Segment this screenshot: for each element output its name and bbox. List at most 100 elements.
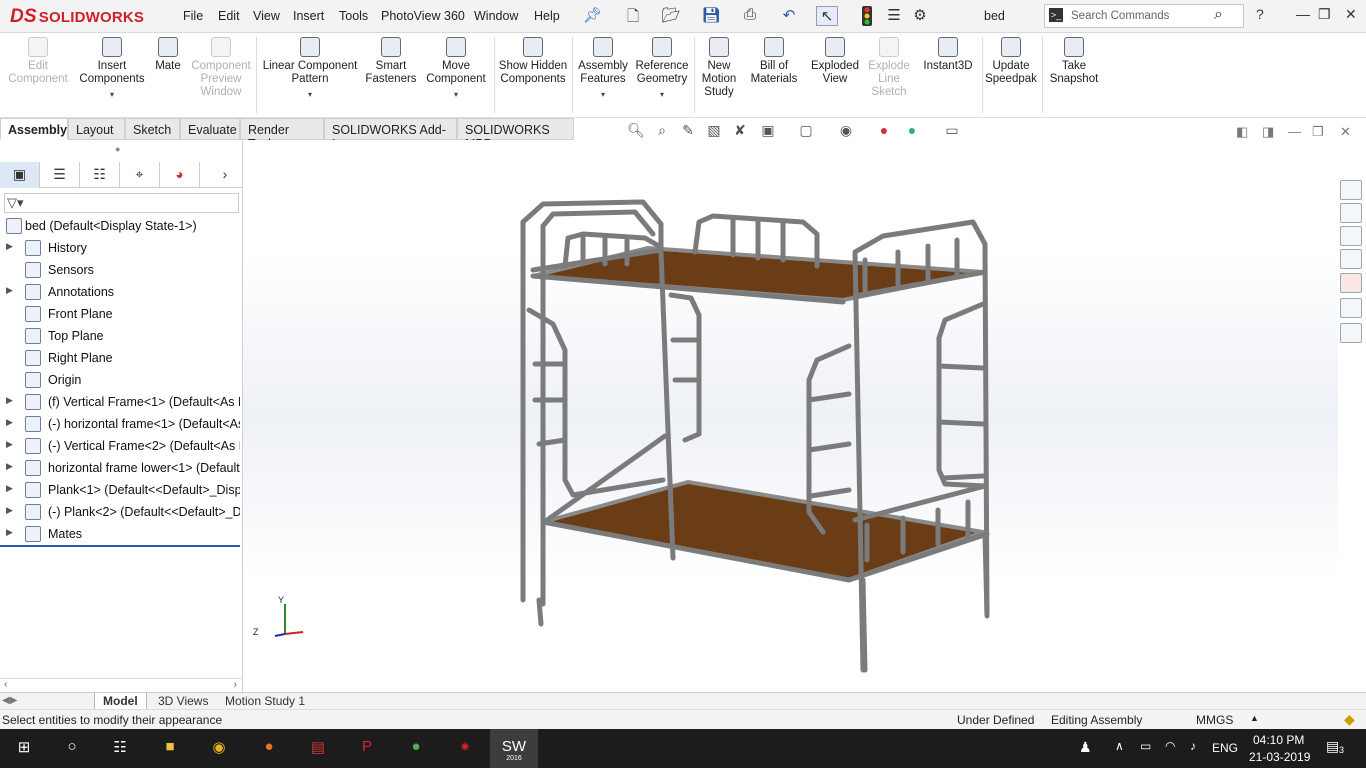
menu-tools[interactable]: Tools [339,9,368,23]
solidworks-taskbar-icon[interactable]: SW 2016 [490,729,538,768]
tree-horizontal-scrollbar[interactable]: ‹ › [0,678,243,692]
menu-view[interactable]: View [253,9,280,23]
instant3d-button[interactable]: Instant3D [918,37,978,73]
tree-item-annotations[interactable]: ▶ Annotations [0,282,240,302]
expand-arrow-icon[interactable]: ▶ [6,241,13,252]
viewport-close-icon[interactable]: ✕ [1340,124,1351,140]
tree-item-sensors[interactable]: Sensors [0,260,240,280]
bill-of-materials-button[interactable]: Bill of Materials [746,37,802,86]
dimxpertmanager-tab-icon[interactable]: ⌖ [120,162,160,188]
view-orientation-icon[interactable]: ▣ [758,122,778,142]
expand-arrow-icon[interactable]: ▶ [6,417,13,428]
file-explorer-taskbar-icon[interactable]: ■ [158,738,182,760]
viewport-tile-left-icon[interactable]: ◧ [1236,124,1248,140]
close-button[interactable]: ✕ [1345,6,1357,23]
chevron-right-icon[interactable]: › [210,162,240,188]
previous-view-icon[interactable]: ✎ [678,122,698,142]
linear-pattern-button[interactable]: Linear Component Pattern ▾ [260,37,360,101]
filter-funnel-icon[interactable]: ▽▾ [7,195,24,211]
forum-icon[interactable] [1340,323,1362,343]
cortana-circle-icon[interactable]: ○ [60,738,84,760]
wifi-icon[interactable]: ◠ [1165,739,1175,753]
select-arrow-icon[interactable]: ↖ [816,6,838,26]
undo-icon[interactable]: ↶ [778,6,800,26]
splitter-handle-icon[interactable]: ● [115,144,120,154]
custom-properties-icon[interactable] [1340,298,1362,318]
traffic-light-icon[interactable] [860,6,874,26]
edit-component-button[interactable]: Edit Component [6,37,70,86]
mate-button[interactable]: Mate [150,37,186,73]
file-properties-icon[interactable]: ☰ [884,6,904,26]
tab-scroll-icon[interactable]: ◀▶ [2,695,17,706]
component-preview-button[interactable]: Component Preview Window [188,37,254,99]
scroll-left-icon[interactable]: ‹ [4,679,7,690]
bunk-bed-model[interactable] [243,140,1338,692]
featuremanager-tab-icon[interactable]: ▣ [0,162,40,188]
zoom-to-fit-icon[interactable]: 🔍︎ [626,122,646,142]
new-motion-study-button[interactable]: New Motion Study [698,37,740,99]
help-button[interactable]: ? [1256,6,1264,22]
viewport-minimize-icon[interactable]: — [1288,124,1301,139]
molecule-app-icon[interactable]: ⁕ [453,738,477,760]
tab-motion-study-1[interactable]: Motion Study 1 [217,693,313,710]
tab-assembly[interactable]: Assembly [0,118,68,140]
expand-arrow-icon[interactable]: ▶ [6,285,13,296]
view-palette-icon[interactable] [1340,249,1362,269]
tree-item-plank-2[interactable]: ▶ (-) Plank<2> (Default<<Default>_Di [0,502,240,522]
tray-app-icon[interactable]: ▭ [1140,739,1151,753]
presentation-app-icon[interactable]: ▤ [306,738,330,760]
assembly-features-button[interactable]: Assembly Features ▾ [576,37,630,101]
view-settings-icon[interactable]: ▭ [942,122,962,142]
tree-root-assembly[interactable]: bed (Default<Display State-1>) [0,216,240,236]
display-style-icon[interactable]: ▢ [796,122,816,142]
propertymanager-tab-icon[interactable]: ☰ [40,162,80,188]
tray-expand-icon[interactable]: ∧ [1115,739,1124,753]
insert-components-button[interactable]: Insert Components ▾ [76,37,148,101]
dynamic-annotation-icon[interactable]: ✘ [730,122,750,142]
configurationmanager-tab-icon[interactable]: ☷ [80,162,120,188]
menu-edit[interactable]: Edit [218,9,240,23]
input-language[interactable]: ENG [1212,741,1238,755]
tree-item-right-plane[interactable]: Right Plane [0,348,240,368]
tab-addins[interactable]: SOLIDWORKS Add-Ins [324,118,457,151]
people-icon[interactable]: ♟ [1079,739,1092,756]
restore-button[interactable]: ❐ [1318,6,1331,23]
rollback-bar[interactable] [0,545,240,547]
windows-start-icon[interactable]: ⊞ [12,738,36,760]
pin-icon[interactable]: 📌︎ [583,6,602,26]
tree-item-mates[interactable]: ▶ Mates [0,524,240,544]
solidworks-logo[interactable]: DS SOLIDWORKS [10,6,155,30]
tab-evaluate[interactable]: Evaluate [180,118,240,140]
move-component-button[interactable]: Move Component ▾ [422,37,490,101]
scroll-right-icon[interactable]: › [234,679,237,690]
powerpoint-icon[interactable]: P [355,738,379,760]
tree-item-front-plane[interactable]: Front Plane [0,304,240,324]
displaymanager-tab-icon[interactable]: ◕ [160,162,200,188]
tree-filter-field[interactable]: ▽▾ [4,193,239,213]
viewport-tile-right-icon[interactable]: ◨ [1262,124,1274,140]
file-explorer-icon[interactable] [1340,226,1362,246]
print-icon[interactable]: ⎙ [739,6,761,26]
tree-item-horizontal-frame-1[interactable]: ▶ (-) horizontal frame<1> (Default<As [0,414,240,434]
tab-layout[interactable]: Layout [68,118,125,140]
firefox-icon[interactable]: ● [257,738,281,760]
viewport-restore-icon[interactable]: ❐ [1312,124,1324,140]
volume-icon[interactable]: ♪ [1190,739,1196,753]
design-library-icon[interactable] [1340,203,1362,223]
expand-arrow-icon[interactable]: ▶ [6,483,13,494]
chrome-icon[interactable]: ◉ [207,738,231,760]
expand-arrow-icon[interactable]: ▶ [6,395,13,406]
tree-item-plank-1[interactable]: ▶ Plank<1> (Default<<Default>_Displa [0,480,240,500]
take-snapshot-button[interactable]: Take Snapshot [1046,37,1102,86]
tree-item-top-plane[interactable]: Top Plane [0,326,240,346]
reference-geometry-button[interactable]: Reference Geometry ▾ [632,37,692,101]
tab-model[interactable]: Model [94,693,147,710]
search-icon[interactable]: ⌕ [1214,6,1223,24]
smart-fasteners-button[interactable]: Smart Fasteners [362,37,420,86]
open-folder-icon[interactable]: 📂︎ [660,6,682,26]
action-center-icon[interactable]: ▤ [1326,738,1339,755]
rebuild-tag-icon[interactable]: ◆ [1344,711,1355,728]
clock-time[interactable]: 04:10 PM [1253,733,1304,747]
section-view-icon[interactable]: ▧ [704,122,724,142]
exploded-view-button[interactable]: Exploded View [806,37,864,86]
